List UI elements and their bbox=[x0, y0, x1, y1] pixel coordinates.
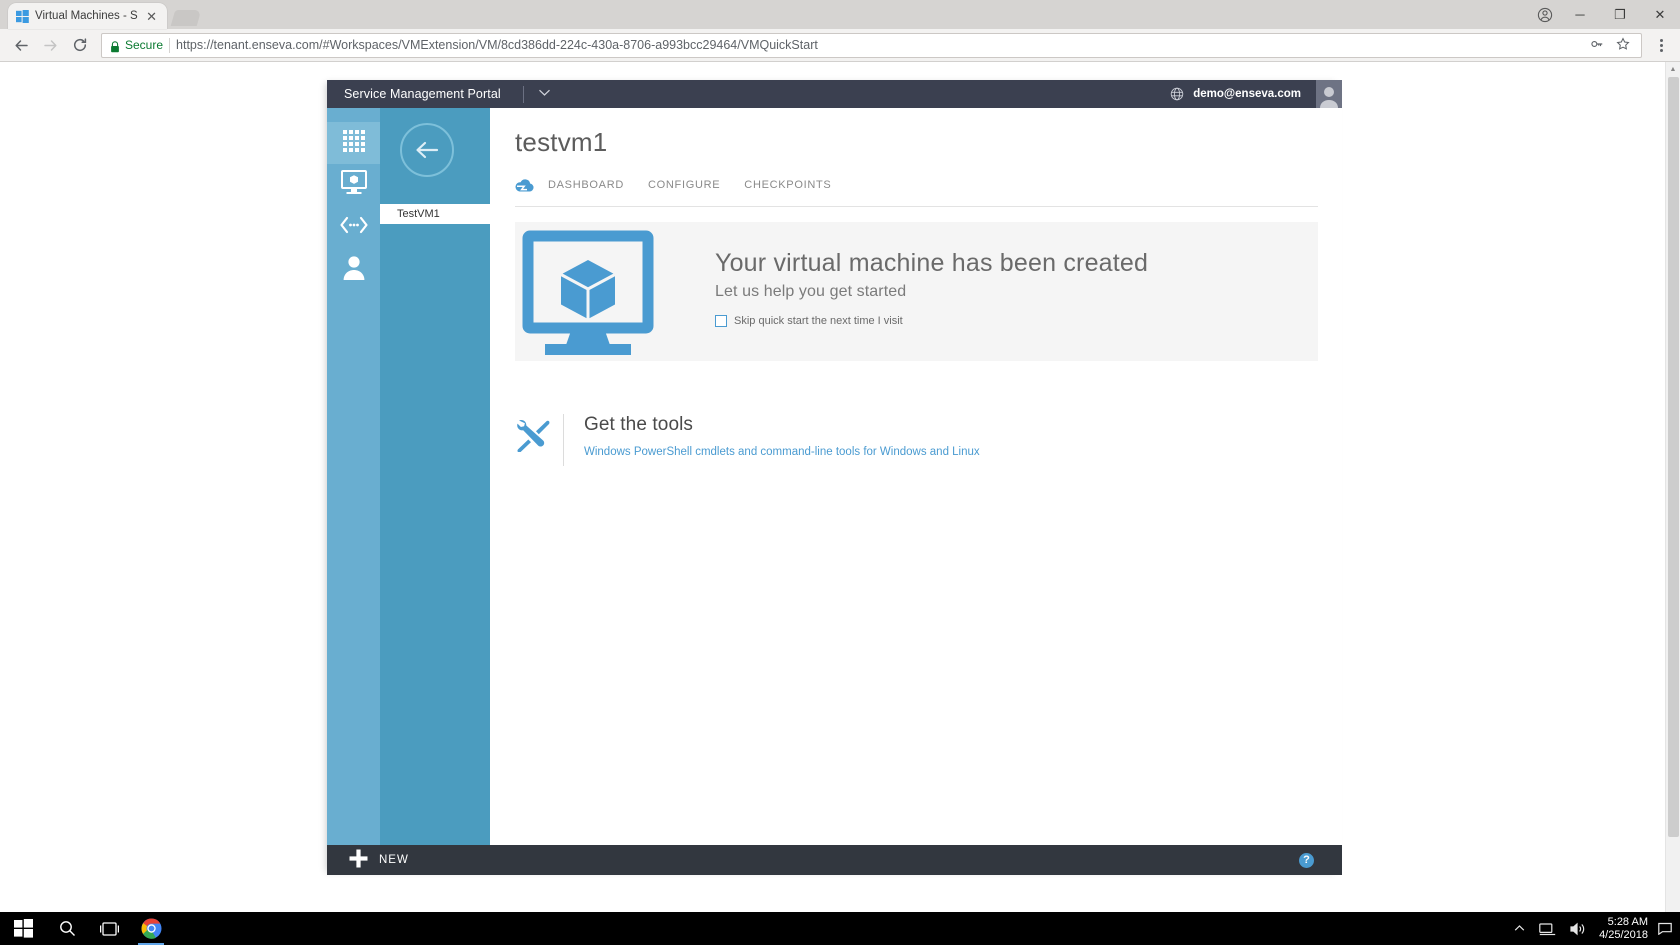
tab-checkpoints[interactable]: CHECKPOINTS bbox=[744, 179, 855, 191]
user-email[interactable]: demo@enseva.com bbox=[1193, 88, 1301, 100]
help-icon[interactable]: ? bbox=[1299, 852, 1314, 868]
sidebar-item-all-items[interactable] bbox=[327, 122, 380, 164]
skip-quickstart-checkbox[interactable] bbox=[715, 315, 727, 328]
forward-arrow-icon[interactable] bbox=[37, 32, 64, 59]
search-icon[interactable] bbox=[46, 912, 88, 945]
tools-divider bbox=[563, 414, 564, 466]
monitor-vm-icon bbox=[340, 169, 368, 201]
portal-body: TestVM1 testvm1 DASHBOARD CONFIGURE CHEC… bbox=[327, 108, 1342, 845]
window-controls: ─ ❐ ✕ bbox=[1530, 0, 1680, 29]
browser-tab-strip: Virtual Machines - Servic ✕ ─ ❐ ✕ bbox=[0, 0, 1680, 29]
get-the-tools-section: Get the tools Windows PowerShell cmdlets… bbox=[515, 414, 1318, 466]
close-window-button[interactable]: ✕ bbox=[1640, 0, 1680, 29]
minimize-button[interactable]: ─ bbox=[1560, 0, 1600, 29]
windows-taskbar: 5:28 AM 4/25/2018 bbox=[0, 912, 1680, 945]
portal-subnav: TestVM1 bbox=[380, 108, 490, 845]
globe-icon[interactable] bbox=[1170, 87, 1184, 101]
portal-top-right: demo@enseva.com bbox=[1170, 80, 1342, 108]
grid-icon bbox=[342, 129, 366, 158]
system-tray: 5:28 AM 4/25/2018 bbox=[1507, 912, 1680, 945]
tab-configure[interactable]: CONFIGURE bbox=[648, 179, 744, 191]
portal-tabs: DASHBOARD CONFIGURE CHECKPOINTS bbox=[515, 177, 1318, 193]
subnav-item-label: TestVM1 bbox=[397, 208, 440, 220]
sidebar-item-virtual-machines[interactable] bbox=[327, 164, 380, 206]
tabs-divider bbox=[515, 206, 1318, 207]
scroll-thumb[interactable] bbox=[1668, 77, 1679, 837]
hero-heading: Your virtual machine has been created bbox=[715, 249, 1149, 277]
new-tab-icon[interactable] bbox=[170, 10, 202, 26]
chrome-icon[interactable] bbox=[130, 912, 172, 945]
network-tray-icon[interactable] bbox=[1532, 912, 1563, 945]
new-button-label: NEW bbox=[379, 854, 409, 866]
chrome-browser-window: Virtual Machines - Servic ✕ ─ ❐ ✕ bbox=[0, 0, 1680, 945]
user-avatar-icon[interactable] bbox=[1316, 80, 1342, 108]
clock-time: 5:28 AM bbox=[1607, 915, 1648, 928]
url-text: https://tenant.enseva.com/#Workspaces/VM… bbox=[176, 38, 818, 52]
sidebar-item-user-accounts[interactable] bbox=[327, 248, 380, 290]
browser-tab[interactable]: Virtual Machines - Servic ✕ bbox=[8, 3, 167, 29]
overflow-menu-icon[interactable] bbox=[1650, 38, 1672, 52]
person-icon bbox=[342, 254, 366, 285]
address-bar[interactable]: Secure https://tenant.enseva.com/#Worksp… bbox=[101, 32, 1642, 58]
tools-heading: Get the tools bbox=[584, 414, 694, 435]
portal-content: testvm1 DASHBOARD CONFIGURE CHECKPOINTS bbox=[490, 108, 1342, 845]
portal-footer: NEW ? bbox=[327, 845, 1342, 875]
brand-divider bbox=[522, 85, 524, 103]
quickstart-hero: Your virtual machine has been created Le… bbox=[515, 222, 1318, 361]
taskbar-clock[interactable]: 5:28 AM 4/25/2018 bbox=[1593, 912, 1658, 945]
windows-logo-icon bbox=[16, 9, 29, 23]
profile-icon[interactable] bbox=[1530, 0, 1560, 29]
browser-tab-title: Virtual Machines - Servic bbox=[35, 10, 138, 22]
portal-icon-rail bbox=[327, 108, 380, 845]
new-button[interactable]: NEW bbox=[327, 849, 409, 872]
tab-dashboard[interactable]: DASHBOARD bbox=[548, 179, 648, 191]
omnibox-divider bbox=[169, 37, 171, 53]
lock-icon bbox=[110, 40, 119, 52]
portal-brand: Service Management Portal bbox=[344, 87, 501, 101]
scroll-up-arrow[interactable]: ▲ bbox=[1666, 62, 1680, 77]
volume-icon[interactable] bbox=[1563, 912, 1593, 945]
cloud-icon bbox=[515, 177, 535, 193]
portal-top-bar: Service Management Portal demo@enseva.co… bbox=[327, 80, 1342, 108]
monitor-cube-icon bbox=[515, 222, 715, 361]
service-management-portal: Service Management Portal demo@enseva.co… bbox=[327, 80, 1342, 875]
show-hidden-icons-icon[interactable] bbox=[1507, 912, 1532, 945]
hero-text-block: Your virtual machine has been created Le… bbox=[715, 222, 1148, 361]
browser-toolbar: Secure https://tenant.enseva.com/#Worksp… bbox=[0, 29, 1680, 62]
chevron-down-icon[interactable] bbox=[538, 88, 551, 100]
clock-date: 4/25/2018 bbox=[1599, 928, 1648, 941]
skip-quickstart-checkbox-row[interactable]: Skip quick start the next time I visit bbox=[715, 315, 1148, 328]
windows-start-icon[interactable] bbox=[0, 912, 46, 945]
wrench-screwdriver-icon bbox=[515, 418, 551, 453]
skip-quickstart-label: Skip quick start the next time I visit bbox=[734, 315, 903, 328]
maximize-button[interactable]: ❐ bbox=[1600, 0, 1640, 29]
reload-icon[interactable] bbox=[66, 32, 93, 59]
page-scrollbar[interactable]: ▲ bbox=[1665, 62, 1680, 942]
plus-icon bbox=[349, 849, 368, 872]
subnav-item-testvm1[interactable]: TestVM1 bbox=[380, 204, 490, 224]
page-title: testvm1 bbox=[515, 127, 608, 157]
close-icon[interactable]: ✕ bbox=[144, 10, 159, 23]
tools-text-block: Get the tools Windows PowerShell cmdlets… bbox=[584, 414, 980, 458]
back-arrow-icon[interactable] bbox=[8, 32, 35, 59]
tools-link[interactable]: Windows PowerShell cmdlets and command-l… bbox=[584, 446, 980, 458]
sidebar-item-networks[interactable] bbox=[327, 206, 380, 248]
hero-subheading: Let us help you get started bbox=[715, 283, 907, 301]
page-viewport: Service Management Portal demo@enseva.co… bbox=[0, 62, 1680, 942]
key-icon[interactable] bbox=[1587, 37, 1607, 54]
task-view-icon[interactable] bbox=[88, 912, 130, 945]
back-circle-arrow-icon[interactable] bbox=[400, 123, 454, 177]
action-center-icon[interactable] bbox=[1658, 912, 1672, 945]
secure-label: Secure bbox=[125, 38, 164, 52]
network-icon bbox=[339, 215, 369, 240]
star-icon[interactable] bbox=[1613, 36, 1633, 54]
